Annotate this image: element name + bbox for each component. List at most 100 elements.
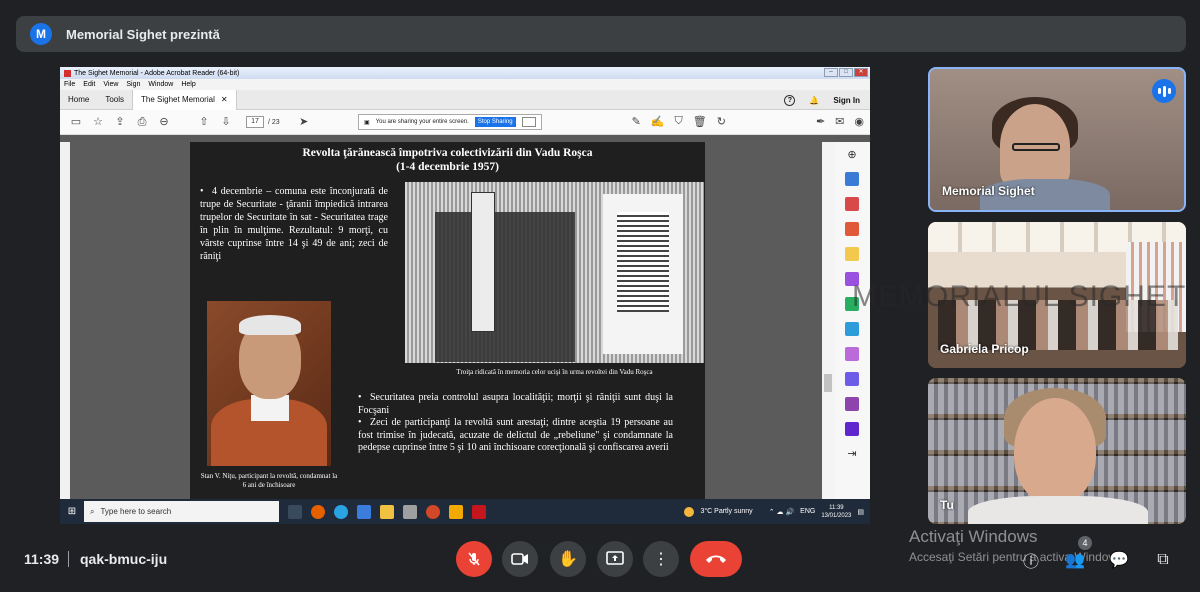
save-icon: ▭ (70, 116, 82, 128)
memorial-photo-caption: Troiţa ridicată în memoria celor ucişi î… (456, 368, 653, 376)
pdf-slide: Revolta ţărănească împotriva colectiviză… (190, 142, 705, 499)
chat-button[interactable]: 💬 (1108, 549, 1130, 571)
photo-trees (435, 212, 575, 362)
speaking-bar (1167, 88, 1171, 94)
acrobat-icon (64, 69, 71, 77)
speaking-indicator-icon (1152, 79, 1176, 103)
slide-bottom-text: • Securitatea preia controlul asupra loca… (358, 392, 673, 455)
speaking-bar (1157, 88, 1161, 94)
acrobat-window-title: The Sighet Memorial - Adobe Acrobat Read… (74, 69, 240, 77)
page-current: 17 (246, 116, 264, 128)
activate-windows-subtitle: Accesaţi Setări pentru a activa Windows. (909, 550, 1127, 564)
video-glasses (1012, 143, 1060, 151)
pdf-viewport: Revolta ţărănească împotriva colectiviză… (60, 142, 870, 499)
print-icon: ⎙ (137, 116, 147, 128)
photo-cross (471, 192, 495, 332)
bottom-separator (68, 551, 69, 567)
portrait-caption: Stan V. Niţu, participant la revoltă, co… (200, 472, 338, 489)
slide-bullet: • Zeci de participanţi la revoltă sunt ar… (358, 417, 673, 453)
video-face (1014, 398, 1096, 504)
acrobat-toolbar-right: ✎ ✍ ⛉ 🗑 ↻ ✒ ✉ ◉ (632, 115, 864, 128)
slide-title: Revolta ţărănească împotriva colectiviză… (190, 146, 705, 174)
sharing-notice-text: You are sharing your entire screen. (375, 119, 469, 125)
camera-toggle-button[interactable] (502, 541, 538, 577)
presentation-banner-title: Memorial Sighet prezintă (66, 26, 220, 42)
video-watermark: MEMORIALUL SIGHET (852, 280, 1187, 313)
mic-toggle-button[interactable] (456, 541, 492, 577)
tab-tools: Tools (105, 95, 125, 104)
tab-home: Home (68, 95, 90, 104)
protect-icon (845, 397, 859, 411)
meeting-details-button[interactable]: ⓘ (1020, 549, 1042, 571)
leave-call-button[interactable] (690, 541, 742, 577)
activate-windows-watermark: Activaţi Windows Accesaţi Setări pentru … (909, 527, 1126, 564)
shared-screen: The Sighet Memorial - Adobe Acrobat Read… (60, 67, 870, 524)
weather-icon (684, 506, 695, 517)
firefox-icon (311, 504, 325, 519)
pen-icon: ✎ (631, 116, 641, 128)
activities-icon: ⧉ (1157, 551, 1169, 568)
language-indicator: ENG (800, 508, 816, 515)
tab-document: The Sighet Memorial ✕ (132, 89, 237, 110)
video-body (968, 496, 1148, 524)
page-down-icon: ⇩ (221, 116, 231, 128)
slide-title-line1: Revolta ţărănească împotriva colectiviză… (302, 147, 593, 159)
slide-bullet-text: Securitatea preia controlul asupra local… (358, 392, 673, 416)
menu-help: Help (181, 81, 196, 88)
acrobat-tabbar: Home Tools The Sighet Memorial ✕ ? 🔔 Sig… (60, 89, 870, 110)
pdf-scrollbar-thumb (824, 374, 832, 392)
window-controls: – □ ✕ (824, 68, 868, 77)
stamp-icon: ⛉ (674, 115, 683, 127)
page-indicator: 17 / 23 (246, 116, 280, 128)
more-tools-icon (845, 422, 859, 436)
participant-portrait (207, 301, 331, 466)
people-count-badge: 4 (1078, 536, 1092, 550)
bell-icon: 🔔 (809, 95, 820, 105)
powerpoint-icon (426, 504, 440, 519)
chat-icon: 💬 (1109, 552, 1129, 569)
presenter-avatar: M (30, 23, 52, 45)
pdf-scrollbar (822, 142, 834, 499)
menu-file: File (64, 81, 76, 88)
upload-icon: ⇪ (115, 116, 125, 128)
notification-icon: ▤ (857, 508, 864, 516)
activities-button[interactable]: ⧉ (1152, 549, 1174, 571)
more-vert-icon: ⋮ (653, 551, 669, 568)
slide-bullet: • Securitatea preia controlul asupra loca… (358, 392, 673, 416)
menu-view: View (103, 81, 119, 88)
organize-pages-icon (845, 197, 859, 211)
explorer-icon (380, 504, 394, 519)
raise-hand-button[interactable]: ✋ (550, 541, 586, 577)
slide-bullet-text: Zeci de participanţi la revoltă sunt are… (358, 417, 673, 453)
export-pdf-icon (845, 172, 859, 186)
windows-taskbar: ⊞ ⌕ Type here to search 3°C Partly sunny… (60, 499, 870, 524)
participant-name: Gabriela Pricop (940, 342, 1029, 356)
zoom-out-icon: ⊖ (159, 116, 169, 128)
menu-sign: Sign (126, 81, 141, 88)
acrobat-title-bar: The Sighet Memorial - Adobe Acrobat Read… (60, 67, 870, 79)
fill-sign-tool-icon (845, 347, 859, 361)
maximize-icon: □ (839, 68, 853, 77)
screen-sharing-notice: ▣ You are sharing your entire screen. St… (358, 114, 542, 130)
slide-left-paragraph: 4 decembrie – comuna este înconjurată de… (200, 186, 388, 262)
menu-edit: Edit (83, 81, 96, 88)
menu-window: Window (148, 81, 174, 88)
hide-notice-button (521, 117, 536, 127)
store-icon (403, 504, 417, 519)
people-button[interactable]: 👥 (1064, 549, 1086, 571)
more-options-button[interactable]: ⋮ (643, 541, 679, 577)
tray-icons: ⌃ ☁ 🔊 (768, 508, 795, 516)
participant-tile[interactable]: Memorial Sighet (928, 67, 1186, 212)
star-icon: ☆ (93, 116, 103, 128)
present-button[interactable] (597, 541, 633, 577)
account-icon: ◉ (854, 116, 864, 128)
mail-app-icon (357, 504, 371, 519)
activate-windows-title: Activaţi Windows (909, 527, 1038, 546)
participant-tile-self[interactable]: Tu (928, 378, 1186, 524)
hand-icon: ✋ (558, 551, 578, 568)
meet-window: M Memorial Sighet prezintă The Sighet Me… (0, 0, 1200, 592)
people-icon: 👥 (1065, 552, 1085, 569)
acrobat-tabbar-right: ? 🔔 Sign In (784, 90, 860, 110)
info-icon: ⓘ (1022, 554, 1039, 571)
taskbar-clock: 11:39 13/01/2023 (821, 504, 851, 520)
